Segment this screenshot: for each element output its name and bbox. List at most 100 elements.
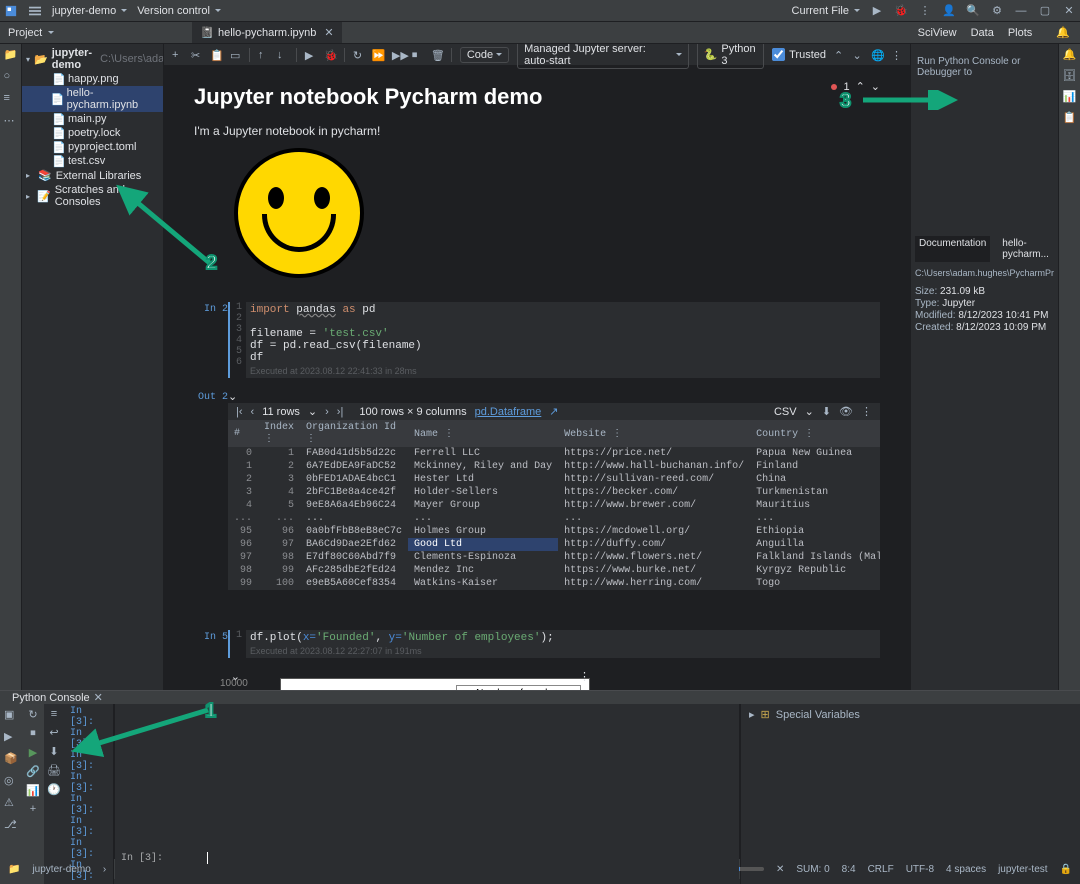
move-up-icon[interactable]: ↑: [258, 49, 269, 61]
table-row[interactable]: 9899AFc285dbE2fEd24Mendez Inchttps://www…: [228, 564, 880, 577]
scroll-end-icon[interactable]: ⬇: [49, 745, 58, 758]
run-config-dropdown[interactable]: Current File: [792, 5, 860, 17]
column-header[interactable]: Country ⋮: [750, 420, 880, 447]
data-tab[interactable]: Data: [971, 27, 994, 39]
table-row[interactable]: 95960a0bfFbB8eB8eC7cHolmes Grouphttps://…: [228, 525, 880, 538]
first-page-icon[interactable]: |‹: [236, 406, 243, 418]
plot-output[interactable]: — Number of employees: [280, 678, 590, 690]
history-icon[interactable]: 🕐: [47, 783, 61, 796]
sciview-icon[interactable]: 📊: [1063, 90, 1077, 103]
run-icon[interactable]: ▶: [870, 4, 884, 18]
terminal-icon[interactable]: ▣: [4, 708, 18, 722]
editor-tab[interactable]: 📓 hello-pycharm.ipynb ✕: [192, 22, 341, 43]
maximize-icon[interactable]: ▢: [1038, 4, 1052, 18]
move-down-icon[interactable]: ↓: [277, 49, 288, 61]
git-icon[interactable]: ⎇: [4, 818, 18, 832]
clear-icon[interactable]: 🗑: [431, 49, 443, 61]
print-icon[interactable]: 🖨: [47, 764, 61, 777]
table-row[interactable]: 342bFC1Be8a4ce42fHolder-Sellershttps://b…: [228, 486, 880, 499]
services-icon[interactable]: ◎: [4, 774, 18, 788]
breadcrumb-project[interactable]: jupyter-demo: [32, 864, 90, 875]
column-header[interactable]: #: [228, 420, 258, 447]
chevron-down-icon[interactable]: ⌄: [853, 49, 864, 61]
minimize-icon[interactable]: —: [1014, 4, 1028, 18]
settings-gear-icon[interactable]: ⚙: [990, 4, 1004, 18]
column-header[interactable]: Index ⋮: [258, 420, 300, 447]
plot-menu-icon[interactable]: ⋮: [579, 670, 590, 683]
close-console-icon[interactable]: ✕: [94, 691, 103, 704]
run-console-icon[interactable]: ▶: [29, 746, 37, 759]
paste-icon[interactable]: ▭: [230, 49, 241, 61]
stop-icon[interactable]: ⏹: [30, 727, 36, 740]
tree-item[interactable]: 📄hello-pycharm.ipynb: [22, 86, 163, 112]
tree-item[interactable]: 📄happy.png: [22, 72, 163, 86]
table-row[interactable]: 230bFED1ADAE4bcC1Hester Ltdhttp://sulliv…: [228, 473, 880, 486]
add-cell-icon[interactable]: +: [172, 49, 183, 61]
prev-page-icon[interactable]: ‹: [251, 406, 255, 418]
tree-item[interactable]: 📄poetry.lock: [22, 126, 163, 140]
external-libraries[interactable]: ▸ 📚 External Libraries: [22, 168, 163, 183]
table-row[interactable]: .....................: [228, 512, 880, 525]
structure-icon[interactable]: ≡: [4, 92, 18, 106]
console-variables-panel[interactable]: ▸ ⊞ Special Variables: [740, 704, 1080, 884]
trusted-toggle[interactable]: Trusted: [772, 48, 826, 61]
run-tool-icon[interactable]: ▶: [4, 730, 18, 744]
tree-item[interactable]: 📄pyproject.toml: [22, 140, 163, 154]
code-cell-5[interactable]: In 5 1 df.plot(x='Founded', y='Number of…: [194, 630, 880, 658]
chevron-up-icon[interactable]: ⌃: [834, 49, 845, 61]
more-actions-icon[interactable]: ⋮: [918, 4, 932, 18]
show-vars-icon[interactable]: 📊: [26, 784, 40, 797]
run-all-icon[interactable]: ⏩: [372, 49, 384, 61]
database-icon[interactable]: 🗄: [1063, 69, 1077, 82]
tree-item[interactable]: 📄main.py: [22, 112, 163, 126]
new-console-icon[interactable]: +: [30, 803, 36, 815]
soft-wrap-icon[interactable]: ↩: [49, 726, 58, 739]
folder-icon[interactable]: 📁: [4, 48, 18, 62]
project-dropdown[interactable]: jupyter-demo: [52, 5, 127, 17]
browser-icon[interactable]: 🌐: [871, 49, 883, 61]
close-window-icon[interactable]: ✕: [1062, 4, 1076, 18]
table-row[interactable]: 01FAB0d41d5b5d22cFerrell LLChttps://pric…: [228, 447, 880, 460]
export-format[interactable]: CSV: [774, 406, 797, 418]
debug-icon[interactable]: 🐞: [894, 4, 908, 18]
run-cell-icon[interactable]: ▶: [305, 49, 316, 61]
copy-icon[interactable]: 📋: [210, 49, 222, 61]
scratches-consoles[interactable]: ▸ 📝 Scratches and Consoles: [22, 183, 163, 209]
notifications-icon[interactable]: 🔔: [1056, 26, 1070, 39]
last-page-icon[interactable]: ›|: [337, 406, 344, 418]
account-icon[interactable]: 👤: [942, 4, 956, 18]
dataframe-output[interactable]: #Index ⋮Organization Id ⋮Name ⋮Website ⋮…: [228, 420, 880, 590]
python-interpreter[interactable]: 🐍 Python 3: [697, 44, 764, 69]
cut-icon[interactable]: ✂: [191, 49, 202, 61]
interrupt-icon[interactable]: ⏹: [412, 49, 423, 61]
rerun-icon[interactable]: ↻: [28, 708, 37, 721]
documentation-tab[interactable]: Documentation: [915, 236, 990, 262]
download-icon[interactable]: ⬇: [822, 405, 831, 418]
tree-root[interactable]: ▾ 📂 jupyter-demo C:\Users\ada: [22, 46, 163, 72]
line-separator[interactable]: CRLF: [868, 864, 894, 875]
next-page-icon[interactable]: ›: [325, 406, 329, 418]
python-packages-icon[interactable]: 📦: [4, 752, 18, 766]
restart-icon[interactable]: ↻: [353, 49, 364, 61]
problems-icon[interactable]: ⚠: [4, 796, 18, 810]
search-icon[interactable]: 🔍: [966, 4, 980, 18]
dataframe-link[interactable]: pd.Dataframe: [475, 406, 542, 418]
table-row[interactable]: 9798E7df80C60Abd7f9Clements-Espinozahttp…: [228, 551, 880, 564]
breadcrumb-folder-icon[interactable]: 📁: [8, 864, 20, 875]
tree-icon[interactable]: ≡: [51, 708, 57, 720]
sciview-tab[interactable]: SciView: [918, 27, 957, 39]
jupyter-server-dropdown[interactable]: Managed Jupyter server: auto-start: [517, 44, 689, 69]
indent-status[interactable]: 4 spaces: [946, 864, 986, 875]
run-below-icon[interactable]: ▶▶: [392, 49, 404, 61]
column-header[interactable]: Website ⋮: [558, 420, 750, 447]
indexing-close-icon[interactable]: ✕: [776, 864, 784, 875]
column-header[interactable]: Name ⋮: [408, 420, 558, 447]
cell-menu-icon[interactable]: ⋮: [891, 49, 902, 61]
console-history[interactable]: In [3]: In [3]: In [3]: In [3]: In [3]: …: [64, 704, 114, 884]
table-row[interactable]: 126A7EdDEA9FaDC52Mckinney, Riley and Day…: [228, 460, 880, 473]
clipboard-icon[interactable]: 📋: [1063, 111, 1077, 124]
tree-item[interactable]: 📄test.csv: [22, 154, 163, 168]
main-menu-icon[interactable]: [28, 4, 42, 18]
code-cell-2[interactable]: In 2 123456 import pandas as pd filename…: [194, 302, 880, 378]
console-input[interactable]: In [3]:: [115, 704, 739, 884]
